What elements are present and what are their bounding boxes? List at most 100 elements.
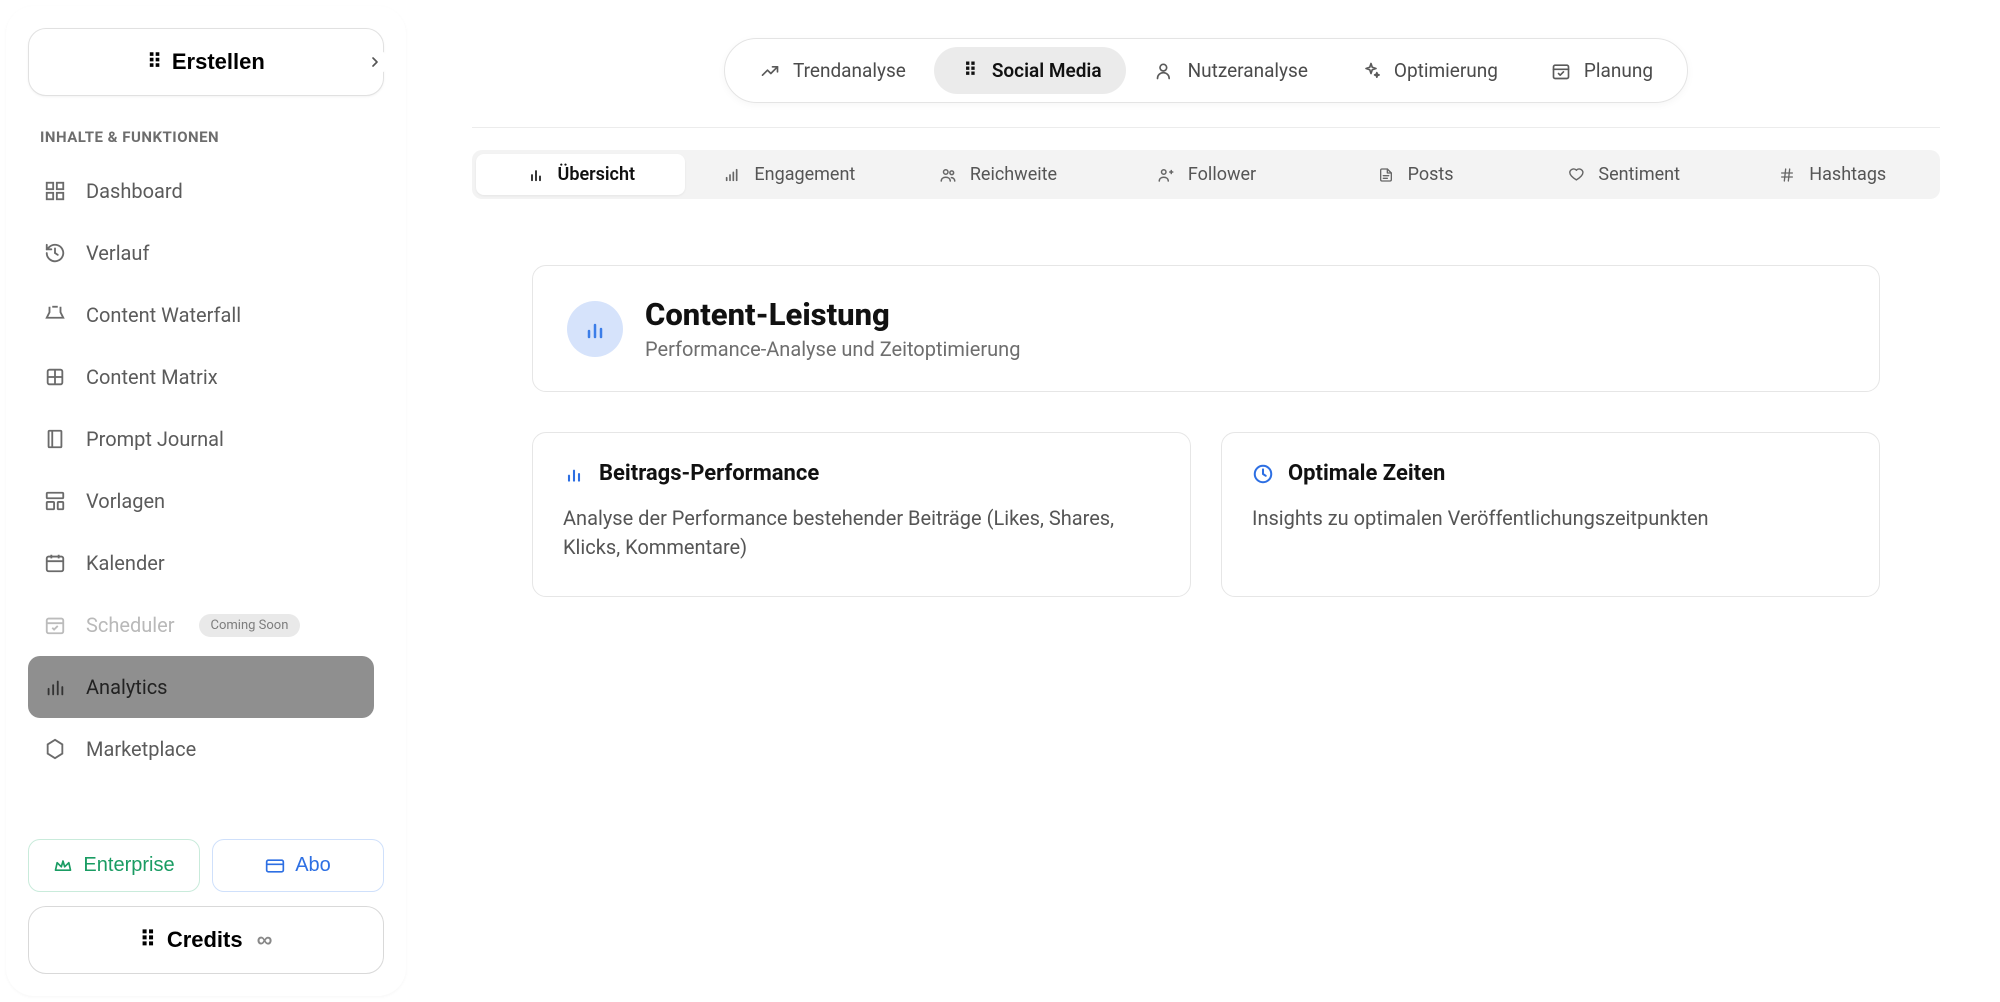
sidebar-item-label: Content Matrix (86, 365, 218, 389)
crown-icon (53, 856, 73, 876)
bar-chart-icon (563, 463, 585, 485)
card-optimale-zeiten[interactable]: Optimale Zeiten Insights zu optimalen Ve… (1221, 432, 1880, 597)
chevron-right-icon[interactable] (362, 49, 388, 75)
subtab-label: Engagement (754, 164, 855, 185)
subtab-uebersicht[interactable]: Übersicht (476, 154, 685, 195)
card-title: Optimale Zeiten (1288, 461, 1445, 486)
sidebar-nav: Dashboard Verlauf Content Waterfall Cont… (28, 160, 384, 829)
topnav-social-media[interactable]: ⠿ Social Media (934, 47, 1126, 94)
journal-icon (42, 426, 68, 452)
enterprise-label: Enterprise (83, 854, 174, 877)
topnav-planung[interactable]: Planung (1526, 47, 1677, 94)
topnav-label: Planung (1584, 59, 1653, 82)
subtab-hashtags[interactable]: Hashtags (1727, 154, 1936, 195)
sidebar-item-scheduler: Scheduler Coming Soon (28, 594, 374, 656)
history-icon (42, 240, 68, 266)
dashboard-icon (42, 178, 68, 204)
create-button-label: Erstellen (172, 49, 265, 75)
subtab-label: Follower (1188, 164, 1256, 185)
subtab-posts[interactable]: Posts (1310, 154, 1519, 195)
coming-soon-badge: Coming Soon (199, 614, 301, 637)
topnav-nutzeranalyse[interactable]: Nutzeranalyse (1130, 47, 1332, 94)
subtabs: Übersicht Engagement Reichweite Follower (472, 150, 1940, 199)
user-icon (1154, 60, 1176, 82)
header-title: Content-Leistung (645, 296, 1020, 333)
subtab-reichweite[interactable]: Reichweite (893, 154, 1102, 195)
subtab-follower[interactable]: Follower (1102, 154, 1311, 195)
calendar-icon (42, 550, 68, 576)
signal-icon (722, 165, 742, 185)
card-description: Insights zu optimalen Veröffentlichungsz… (1252, 504, 1849, 533)
topnav-label: Trendanalyse (793, 59, 906, 82)
header-bar-chart-icon (567, 301, 623, 357)
sidebar-item-kalender[interactable]: Kalender (28, 532, 374, 594)
sidebar-item-label: Dashboard (86, 179, 183, 203)
sidebar-item-label: Marketplace (86, 737, 196, 761)
matrix-icon (42, 364, 68, 390)
sidebar-item-label: Analytics (86, 675, 168, 699)
sparkle-dots-icon: ⠿ (140, 927, 153, 953)
card-beitrags-performance[interactable]: Beitrags-Performance Analyse der Perform… (532, 432, 1191, 597)
sidebar-item-content-waterfall[interactable]: Content Waterfall (28, 284, 374, 346)
sidebar-item-label: Content Waterfall (86, 303, 241, 327)
sidebar-item-vorlagen[interactable]: Vorlagen (28, 470, 374, 532)
waterfall-icon (42, 302, 68, 328)
main-content: Trendanalyse ⠿ Social Media Nutzeranalys… (412, 0, 2000, 1002)
calendar-check-icon (1550, 60, 1572, 82)
sidebar-item-analytics[interactable]: Analytics (28, 656, 374, 718)
file-icon (1376, 165, 1396, 185)
card-description: Analyse der Performance bestehender Beit… (563, 504, 1160, 562)
subtab-label: Sentiment (1598, 164, 1680, 185)
sidebar-item-label: Kalender (86, 551, 165, 575)
analytics-icon (42, 674, 68, 700)
subtab-label: Übersicht (558, 164, 636, 185)
subtab-label: Posts (1408, 164, 1454, 185)
sidebar-item-content-matrix[interactable]: Content Matrix (28, 346, 374, 408)
card-title: Beitrags-Performance (599, 461, 819, 486)
topnav-label: Nutzeranalyse (1188, 59, 1308, 82)
sidebar-item-label: Vorlagen (86, 489, 165, 513)
sidebar: ⠿ Erstellen INHALTE & FUNKTIONEN Dashboa… (6, 6, 406, 996)
topnav-label: Social Media (992, 59, 1102, 82)
abo-label: Abo (295, 854, 331, 877)
topnav-optimierung[interactable]: Optimierung (1336, 47, 1522, 94)
scheduler-icon (42, 612, 68, 638)
heart-icon (1566, 165, 1586, 185)
credits-button[interactable]: ⠿ Credits ∞ (28, 906, 384, 974)
trend-line-icon (759, 60, 781, 82)
hash-icon (1777, 165, 1797, 185)
abo-button[interactable]: Abo (212, 839, 384, 892)
sidebar-section-label: INHALTE & FUNKTIONEN (40, 128, 384, 146)
sparkles-icon (1360, 60, 1382, 82)
clock-icon (1252, 463, 1274, 485)
sidebar-item-verlauf[interactable]: Verlauf (28, 222, 374, 284)
topnav-label: Optimierung (1394, 59, 1498, 82)
topnav-trendanalyse[interactable]: Trendanalyse (735, 47, 930, 94)
credit-card-icon (265, 856, 285, 876)
bar-chart-icon (526, 165, 546, 185)
subtab-engagement[interactable]: Engagement (685, 154, 894, 195)
header-card: Content-Leistung Performance-Analyse und… (532, 265, 1880, 392)
enterprise-button[interactable]: Enterprise (28, 839, 200, 892)
sparkle-dots-icon: ⠿ (958, 60, 980, 82)
sparkle-dots-icon: ⠿ (147, 52, 158, 72)
sidebar-item-prompt-journal[interactable]: Prompt Journal (28, 408, 374, 470)
users-icon (938, 165, 958, 185)
sidebar-item-label: Scheduler (86, 613, 175, 637)
templates-icon (42, 488, 68, 514)
subtab-label: Hashtags (1809, 164, 1886, 185)
sidebar-item-dashboard[interactable]: Dashboard (28, 160, 374, 222)
sidebar-item-label: Prompt Journal (86, 427, 224, 451)
follower-icon (1156, 165, 1176, 185)
credits-label: Credits (167, 927, 243, 953)
create-button[interactable]: ⠿ Erstellen (28, 28, 384, 96)
header-subtitle: Performance-Analyse und Zeitoptimierung (645, 337, 1020, 361)
subtab-sentiment[interactable]: Sentiment (1519, 154, 1728, 195)
credits-infinity: ∞ (257, 927, 273, 953)
top-nav: Trendanalyse ⠿ Social Media Nutzeranalys… (724, 38, 1688, 103)
sidebar-item-marketplace[interactable]: Marketplace (28, 718, 374, 780)
subtab-label: Reichweite (970, 164, 1057, 185)
sidebar-item-label: Verlauf (86, 241, 149, 265)
marketplace-icon (42, 736, 68, 762)
divider (472, 127, 1940, 128)
